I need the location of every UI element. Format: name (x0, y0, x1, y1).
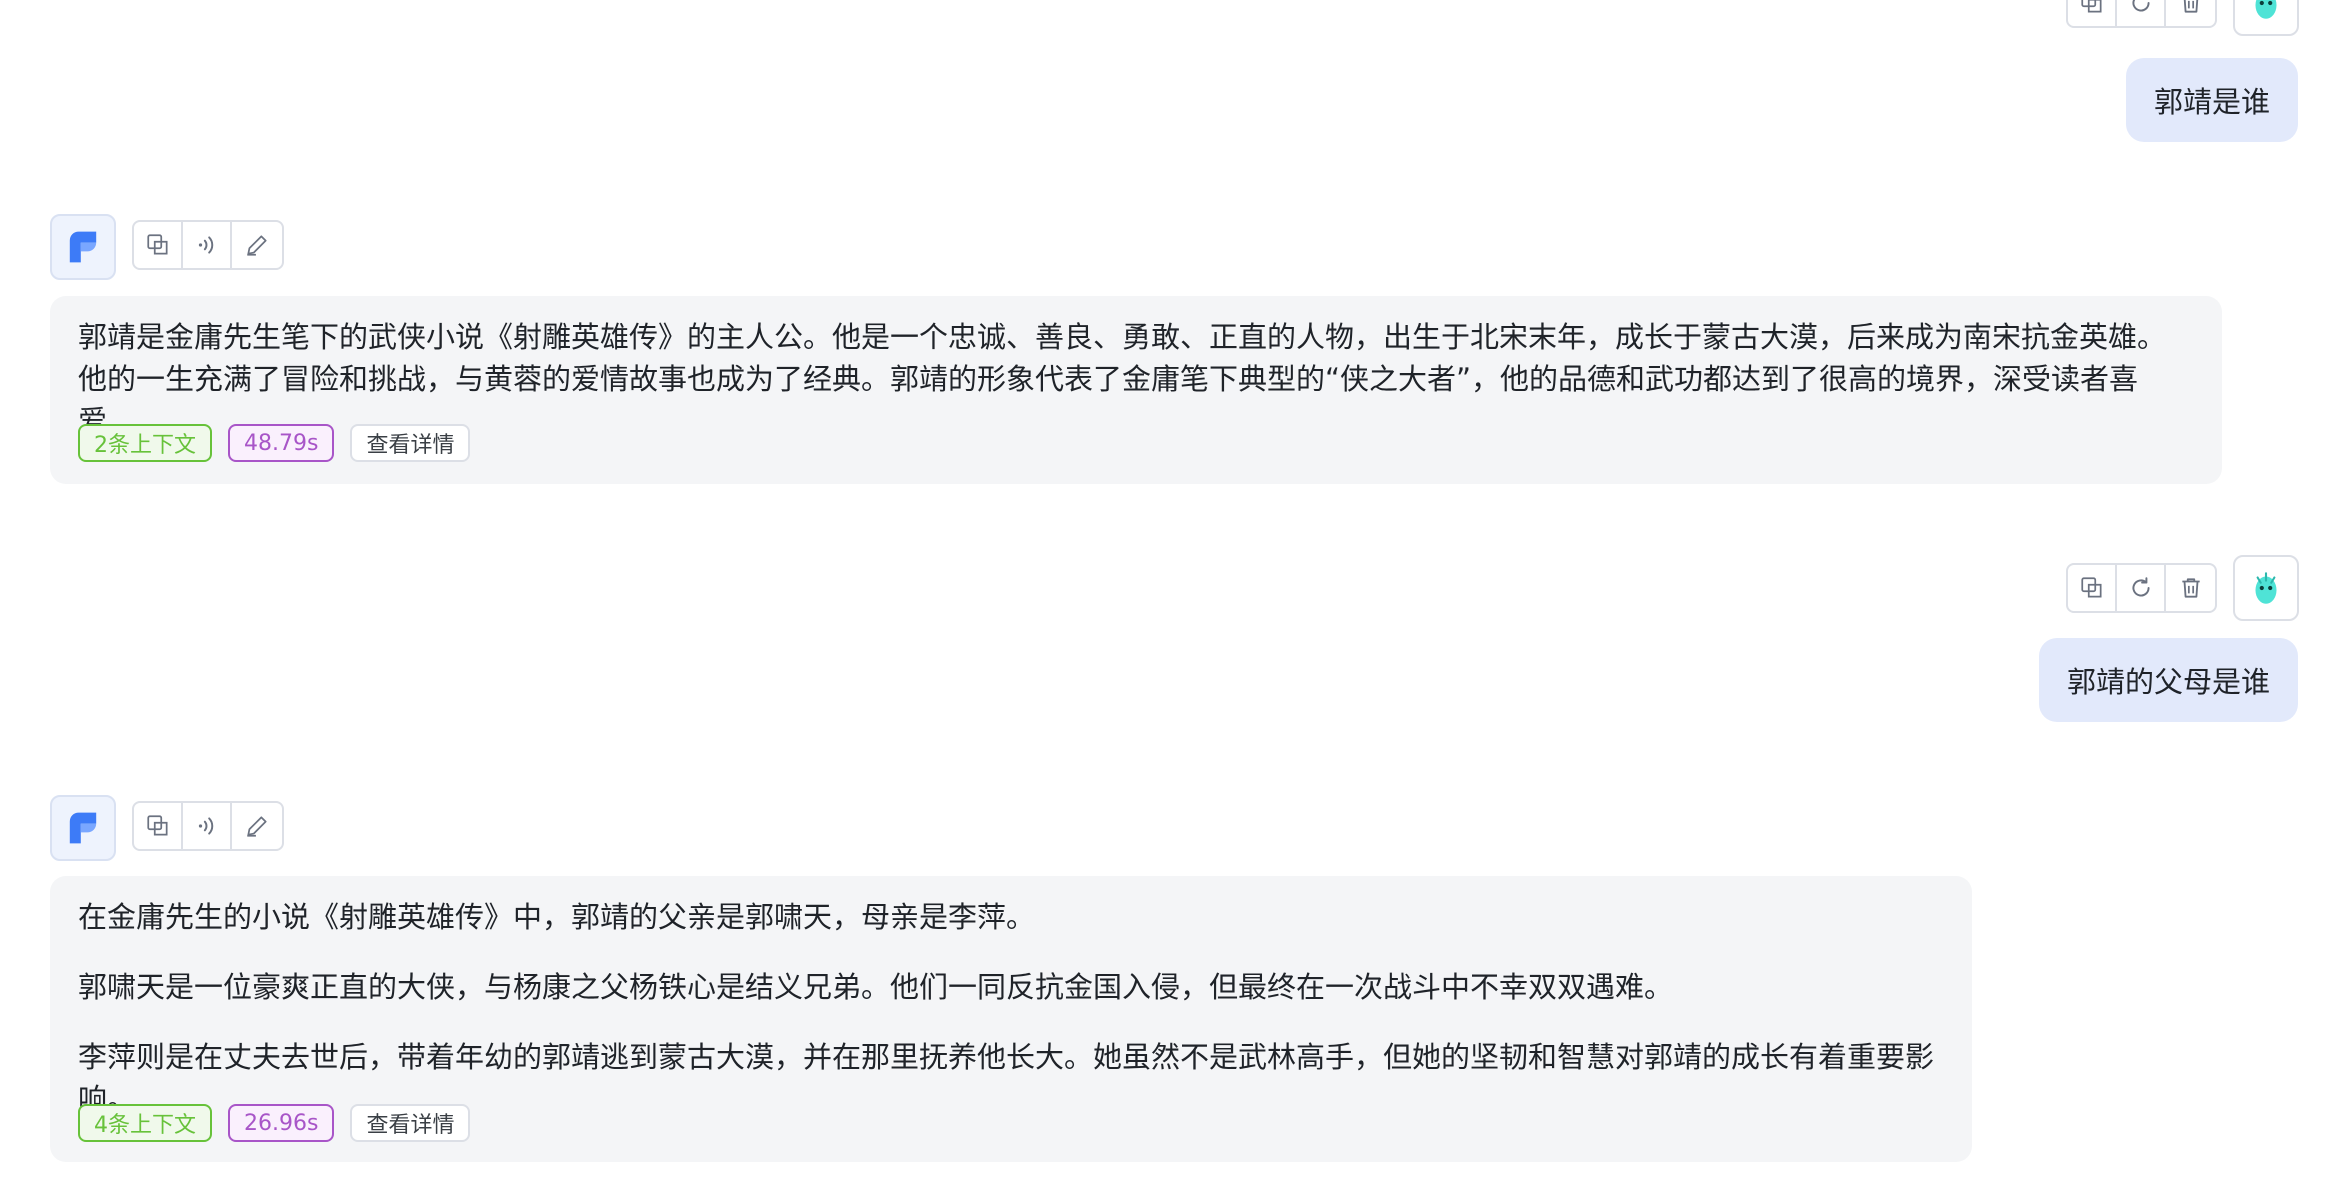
edit-button[interactable] (232, 803, 281, 849)
message-meta: 2条上下文 48.79s 查看详情 (78, 424, 471, 462)
copy-icon (2079, 575, 2105, 601)
user-message-bubble: 郭靖是谁 (2125, 58, 2298, 142)
assistant-logo-icon (61, 225, 105, 269)
copy-button[interactable] (2068, 565, 2117, 611)
speaker-icon (194, 232, 220, 258)
response-time-tag: 26.96s (228, 1104, 335, 1142)
read-aloud-button[interactable] (183, 222, 232, 268)
copy-icon (145, 232, 171, 258)
regenerate-icon (2128, 0, 2154, 16)
copy-button[interactable] (134, 803, 183, 849)
delete-icon (2178, 575, 2204, 601)
copy-icon (2079, 0, 2105, 16)
context-count-tag: 4条上下文 (78, 1104, 212, 1142)
user-message-actions (2066, 0, 2217, 28)
assistant-avatar (50, 795, 116, 861)
user-avatar-icon (2245, 567, 2287, 609)
user-message-bubble: 郭靖的父母是谁 (2038, 638, 2298, 722)
edit-icon (244, 232, 270, 258)
delete-icon (2178, 0, 2204, 16)
copy-icon (145, 813, 171, 839)
read-aloud-button[interactable] (183, 803, 232, 849)
assistant-logo-icon (61, 806, 105, 850)
context-count-tag: 2条上下文 (78, 424, 212, 462)
assistant-message-actions (132, 220, 284, 270)
user-avatar-icon (2245, 0, 2287, 24)
user-message-text: 郭靖是谁 (2153, 85, 2270, 119)
copy-button[interactable] (2068, 0, 2117, 26)
view-details-button[interactable]: 查看详情 (350, 1104, 471, 1142)
copy-button[interactable] (134, 222, 183, 268)
assistant-paragraph: 郭啸天是一位豪爽正直的大侠，与杨康之父杨铁心是结义兄弟。他们一同反抗金国入侵，但… (78, 970, 1674, 1004)
assistant-paragraph: 在金庸先生的小说《射雕英雄传》中，郭靖的父亲是郭啸天，母亲是李萍。 (78, 900, 1036, 934)
view-details-button[interactable]: 查看详情 (350, 424, 471, 462)
delete-button[interactable] (2166, 0, 2215, 26)
assistant-message-actions (132, 801, 284, 851)
regenerate-button[interactable] (2117, 0, 2166, 26)
user-avatar (2233, 0, 2299, 36)
assistant-avatar (50, 214, 116, 280)
edit-icon (244, 813, 270, 839)
speaker-icon (194, 813, 220, 839)
user-message-text: 郭靖的父母是谁 (2066, 665, 2270, 699)
edit-button[interactable] (232, 222, 281, 268)
regenerate-icon (2128, 575, 2154, 601)
user-message-actions (2066, 563, 2217, 613)
user-avatar (2233, 555, 2299, 621)
delete-button[interactable] (2166, 565, 2215, 611)
regenerate-button[interactable] (2117, 565, 2166, 611)
message-meta: 4条上下文 26.96s 查看详情 (78, 1104, 471, 1142)
response-time-tag: 48.79s (228, 424, 335, 462)
